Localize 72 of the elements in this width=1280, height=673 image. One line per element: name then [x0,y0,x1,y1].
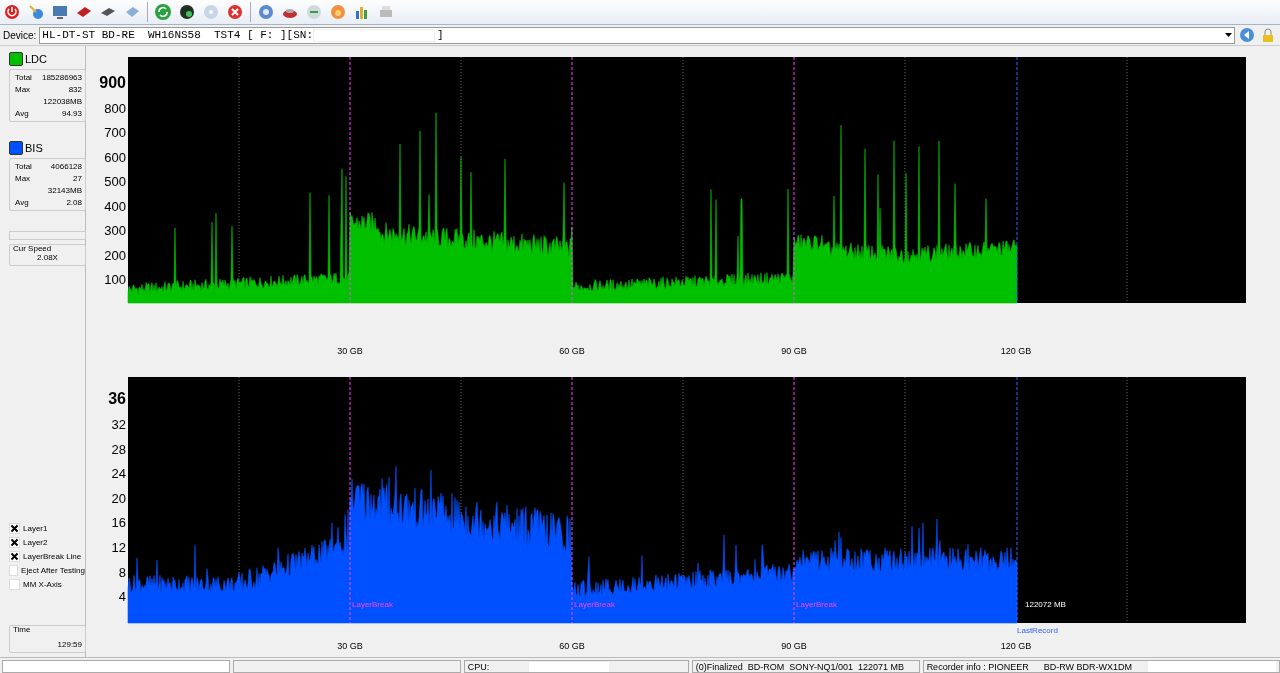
stat-label: Avg [14,198,30,207]
time-value: 129:59 [56,640,83,649]
stat-value: 2.08 [65,198,83,207]
stat-label: Total [14,162,33,171]
y-axis-label: 8 [118,564,126,580]
x-axis-label: 90 GB [781,346,807,356]
device-dropdown[interactable]: HL-DT-ST BD-RE WH16NS58 TST4 [ F: ][SN: ] [39,26,1235,44]
power-icon[interactable] [3,3,21,21]
end-reading: 122072 MB [1025,600,1066,609]
option-label: MM X-Axis [23,579,62,589]
y-axis-label: 4 [118,589,126,605]
y-axis-label: 600 [104,149,126,165]
option-label: Eject After Testing [21,565,85,575]
y-axis-label: 12 [111,540,126,556]
checkbox[interactable] [9,522,20,534]
speed-value: 2.08X [36,253,59,262]
x-axis-label: 30 GB [337,346,363,356]
y-axis-label: 800 [104,100,126,116]
stat-value: 27 [72,174,83,183]
y-axis-label: 700 [104,125,126,141]
option-label: Layer2 [23,537,48,547]
y-axis-label: 900 [99,74,126,92]
stat-value: 94.93 [60,109,83,118]
monitor-icon[interactable] [51,3,69,21]
x-axis-label: 120 GB [1000,641,1032,651]
eject-icon[interactable] [1238,26,1256,44]
pin-icon[interactable] [27,3,45,21]
stat-value: 122038MB [42,97,83,106]
y-axis-label: 24 [111,466,126,482]
y-axis-label: 36 [108,390,126,408]
stat-value: 185286963 [40,73,83,82]
stat-label: Max [14,174,32,183]
layer-break-label: LayerBreak [574,600,615,609]
stat-value: 832 [67,85,83,94]
y-axis-label: 100 [104,272,126,288]
checkbox[interactable] [9,564,19,576]
layer-break-label: LayerBreak [796,600,837,609]
disc-info: (0)Finalized BD-ROM SONY-NQ1/001 122071 MB [695,661,905,672]
y-axis-label: 500 [104,174,126,190]
time-label: Time [12,625,32,634]
y-axis-label: 300 [104,223,126,239]
option-label: LayerBreak Line [23,551,82,561]
y-axis-label: 20 [111,490,126,506]
y-axis-label: 28 [111,441,126,457]
y-axis-label: 32 [111,416,126,432]
speed-label: Cur Speed [12,244,53,253]
y-axis-label: 16 [111,515,126,531]
checkbox[interactable] [9,536,20,548]
y-axis-label: 200 [104,247,126,263]
caret-icon [1225,32,1232,37]
close-icon[interactable] [226,3,244,21]
legend-label: BIS [25,141,43,154]
refresh-icon[interactable] [154,3,172,21]
device-label: Device: [3,29,37,41]
checkbox[interactable] [9,550,20,562]
layer-break-label: LayerBreak [352,600,393,609]
x-axis-label: 30 GB [337,641,363,651]
cpu-label: CPU: [467,661,490,672]
legend-label: LDC [25,52,47,65]
x-axis-label: 90 GB [781,641,807,651]
option-label: Layer1 [23,523,48,533]
stat-label: Total [14,73,33,82]
stat-value: 32143MB [46,186,83,195]
stat-label: Avg [14,109,30,118]
stat-label: Max [14,85,32,94]
x-axis-label: 60 GB [559,346,585,356]
x-axis-label: 60 GB [559,641,585,651]
y-axis-label: 400 [104,198,126,214]
x-axis-label: 120 GB [1000,346,1032,356]
checkbox[interactable] [9,578,20,590]
last-record-label: LastRecord [1017,626,1058,635]
stat-value: 4066128 [49,162,83,171]
